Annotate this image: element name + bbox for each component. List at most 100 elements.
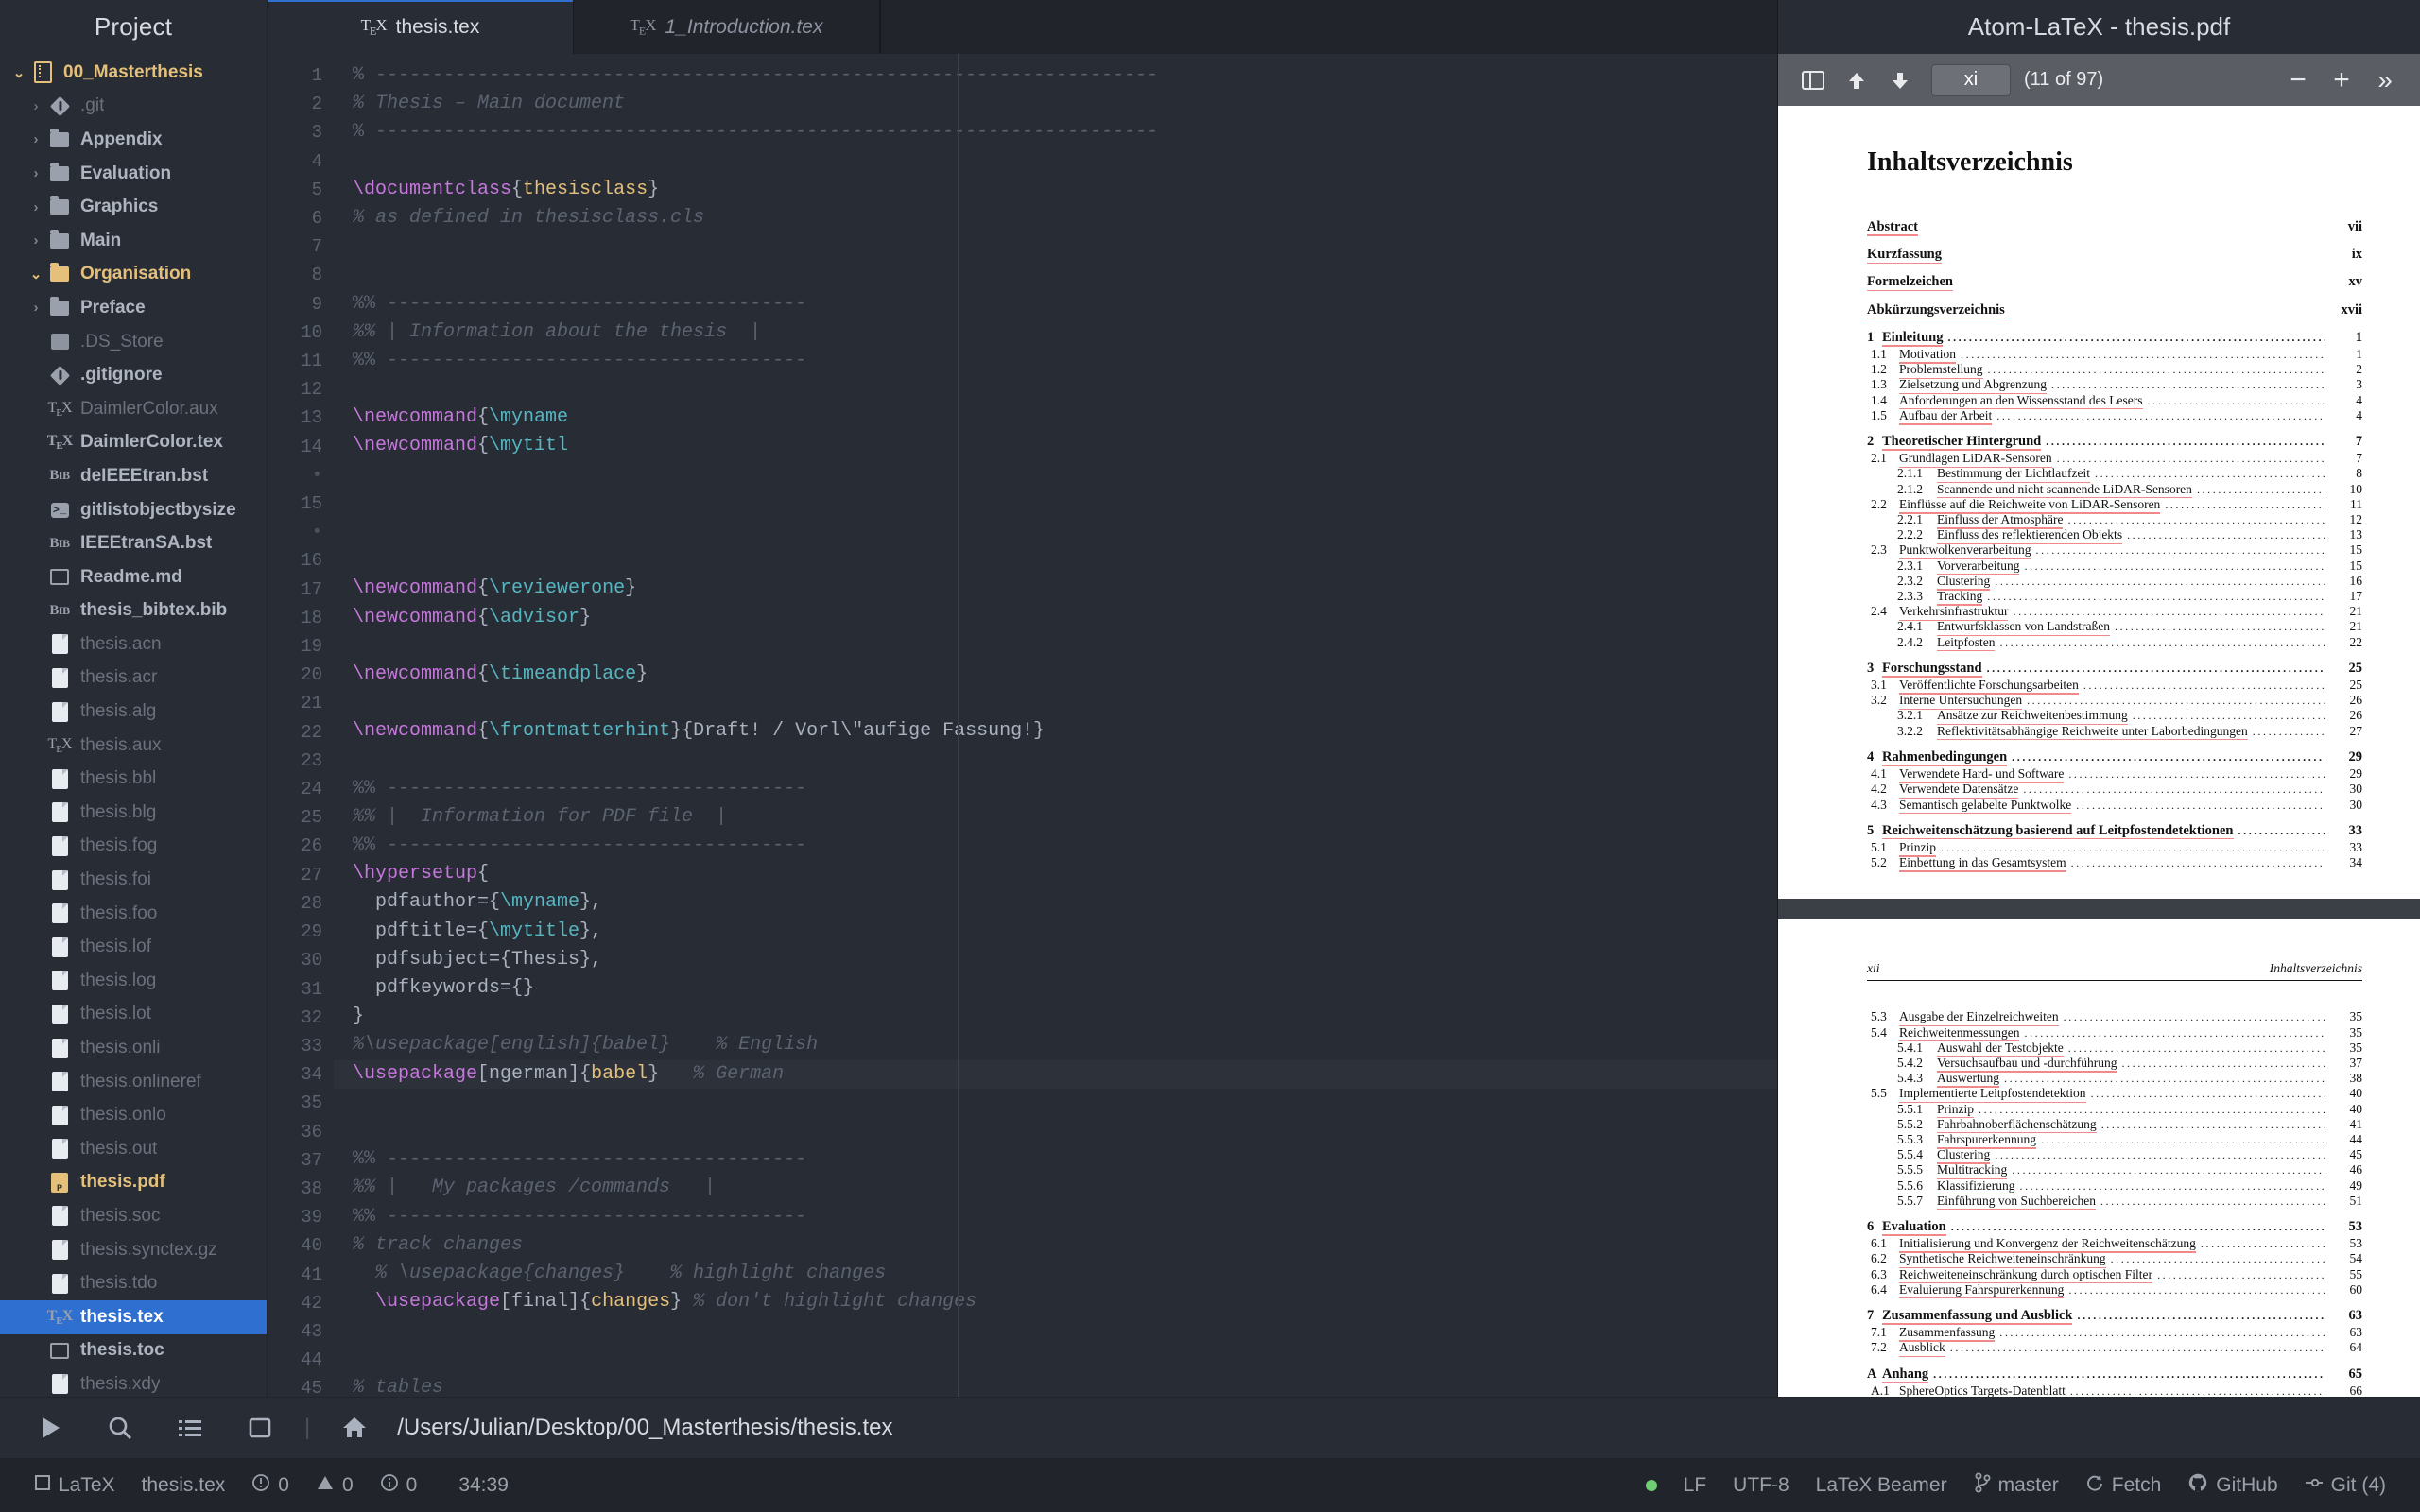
code-line[interactable]: \hypersetup{	[334, 860, 1777, 888]
code-line[interactable]: \newcommand{\myname	[334, 404, 1777, 432]
tree-item-thesis-foi[interactable]: thesis.foi	[0, 863, 267, 897]
toc-entry[interactable]: 4 Rahmenbedingungen......................…	[1867, 749, 2362, 766]
text-editor[interactable]: 1 2 3 4 5 6 7 8 9 10 11 12 13 14 • 15 • 16 17 18 19 20 21 22 23 2…	[268, 54, 1777, 1397]
toc-entry[interactable]: 1.4 Anforderungen an den Wissensstand des…	[1867, 393, 2362, 410]
toc-entry[interactable]: 3.2.1 Ansätze zur Reichweitenbestimmung..…	[1867, 708, 2362, 726]
tree-item--ds-store[interactable]: .DS_Store	[0, 325, 267, 359]
tree-item-thesis-alg[interactable]: thesis.alg	[0, 695, 267, 729]
tree-item-organisation[interactable]: ⌄ Organisation	[0, 258, 267, 292]
code-line[interactable]	[334, 261, 1777, 289]
magnifier-icon[interactable]	[85, 1406, 155, 1450]
tree-item-thesis-foo[interactable]: thesis.foo	[0, 897, 267, 931]
tree-item--git[interactable]: › .git	[0, 90, 267, 124]
disclosure-arrow-icon[interactable]: ›	[26, 232, 45, 249]
github[interactable]: GitHub	[2174, 1472, 2290, 1499]
toc-entry[interactable]: 2.1 Grundlagen LiDAR-Sensoren............…	[1867, 451, 2362, 469]
code-line[interactable]	[334, 518, 1777, 546]
code-line[interactable]: % Thesis – Main document	[334, 90, 1777, 118]
toc-entry[interactable]: 2 Theoretischer Hintergrund..............…	[1867, 434, 2362, 451]
toc-entry[interactable]: 5.5.3 Fahrspurerkennung..................…	[1867, 1132, 2362, 1149]
toc-entry[interactable]: 2.1.2 Scannende und nicht scannende LiDAR…	[1867, 482, 2362, 499]
tree-item--gitignore[interactable]: .gitignore	[0, 358, 267, 392]
tree-item-thesis-fog[interactable]: thesis.fog	[0, 830, 267, 864]
toc-frontmatter-entry[interactable]: Abstract vii	[1867, 219, 2362, 236]
toc-entry[interactable]: 5.5.7 Einführung von Suchbereichen.......…	[1867, 1194, 2362, 1211]
tree-item-preface[interactable]: › Preface	[0, 291, 267, 325]
code-line[interactable]	[334, 375, 1777, 404]
toc-frontmatter-entry[interactable]: Abkürzungsverzeichnis xvii	[1867, 302, 2362, 319]
code-line[interactable]	[334, 147, 1777, 176]
toc-entry[interactable]: 1 Einleitung.............................…	[1867, 330, 2362, 347]
code-line[interactable]: pdfsubject={Thesis},	[334, 946, 1777, 974]
toc-entry[interactable]: 3.2 Interne Untersuchungen...............…	[1867, 693, 2362, 711]
tree-item-thesis-soc[interactable]: thesis.soc	[0, 1199, 267, 1233]
tree-item-daimlercolor-tex[interactable]: TEX DaimlerColor.tex	[0, 426, 267, 460]
home-icon[interactable]	[320, 1406, 389, 1450]
code-line[interactable]: %% | Information about the thesis |	[334, 318, 1777, 347]
tree-item-00-masterthesis[interactable]: ⌄ 00_Masterthesis	[0, 56, 267, 90]
code-line[interactable]	[334, 689, 1777, 717]
tab-bar[interactable]: TEX thesis.tex TEX 1_Introduction.tex	[268, 0, 1777, 54]
code-line[interactable]: % track changes	[334, 1231, 1777, 1260]
play-icon[interactable]	[15, 1406, 85, 1450]
tree-item-thesis-tdo[interactable]: thesis.tdo	[0, 1266, 267, 1300]
line-ending[interactable]: LF	[1670, 1474, 1720, 1497]
code-line[interactable]: pdfauthor={\myname},	[334, 888, 1777, 917]
toc-frontmatter-entry[interactable]: Formelzeichen xv	[1867, 274, 2362, 292]
sync-status[interactable]	[1633, 1479, 1670, 1491]
code-line[interactable]: %\usepackage[english]{babel} % English	[334, 1031, 1777, 1059]
toc-entry[interactable]: 5.5.6 Klassifizierung....................…	[1867, 1178, 2362, 1195]
code-line[interactable]: \newcommand{\frontmatterhint}{Draft! / V…	[334, 717, 1777, 746]
tree-item-gitlistobjectbysize[interactable]: >_ gitlistobjectbysize	[0, 493, 267, 527]
code-line[interactable]: \documentclass{thesisclass}	[334, 176, 1777, 204]
zoom-in-button[interactable]: +	[2320, 63, 2363, 97]
file-tree[interactable]: ⌄ 00_Masterthesis › .git › Appendix › Evaluatio…	[0, 54, 267, 1397]
toc-entry[interactable]: 2.4.2 Leitpfosten........................…	[1867, 635, 2362, 652]
code-line[interactable]	[334, 632, 1777, 661]
disclosure-arrow-icon[interactable]: ›	[26, 98, 45, 114]
encoding[interactable]: UTF-8	[1720, 1474, 1803, 1497]
toc-entry[interactable]: 6 Evaluation.............................…	[1867, 1219, 2362, 1236]
toc-entry[interactable]: 2.4 Verkehrsinfrastruktur................…	[1867, 604, 2362, 622]
toc-entry[interactable]: 3 Forschungsstand........................…	[1867, 661, 2362, 678]
toc-entry[interactable]: 5.3 Ausgabe der Einzelreichweiten........…	[1867, 1009, 2362, 1027]
disclosure-arrow-icon[interactable]: ›	[26, 199, 45, 215]
code-line[interactable]: %% -------------------------------------	[334, 1145, 1777, 1174]
toc-entry[interactable]: 5.2 Einbettung in das Gesamtsystem.......…	[1867, 855, 2362, 873]
tree-item-readme-md[interactable]: Readme.md	[0, 560, 267, 594]
tree-item-thesis-aux[interactable]: TEX thesis.aux	[0, 729, 267, 763]
code-line[interactable]	[334, 490, 1777, 518]
git-changes[interactable]: Git (4)	[2291, 1473, 2399, 1498]
arrow-up-icon[interactable]	[1835, 63, 1878, 97]
code-line[interactable]	[334, 1345, 1777, 1373]
toc-entry[interactable]: 4.1 Verwendete Hard- und Software........…	[1867, 766, 2362, 784]
code-line[interactable]: \newcommand{\reviewerone}	[334, 575, 1777, 603]
toc-entry[interactable]: 2.2.1 Einfluss der Atmosphäre............…	[1867, 512, 2362, 529]
code-line[interactable]: \newcommand{\advisor}	[334, 604, 1777, 632]
code-line[interactable]	[334, 1117, 1777, 1145]
code-line[interactable]	[334, 1316, 1777, 1345]
code-line[interactable]: \newcommand{\timeandplace}	[334, 661, 1777, 689]
disclosure-arrow-icon[interactable]: ›	[26, 300, 45, 316]
toc-frontmatter-entry[interactable]: Kurzfassung ix	[1867, 247, 2362, 265]
code-line[interactable]: %% -------------------------------------	[334, 290, 1777, 318]
toc-entry[interactable]: 5.5.2 Fahrbahnoberflächenschätzung.......…	[1867, 1117, 2362, 1134]
tree-item-ieeetransa-bst[interactable]: BIB IEEEtranSA.bst	[0, 526, 267, 560]
tree-item-thesis-pdf[interactable]: Pthesis.pdf	[0, 1166, 267, 1200]
tree-item-thesis-onlo[interactable]: thesis.onlo	[0, 1098, 267, 1132]
tree-item-thesis-onli[interactable]: thesis.onli	[0, 1031, 267, 1065]
code-line[interactable]: % tables	[334, 1374, 1777, 1397]
code-line[interactable]: % as defined in thesisclass.cls	[334, 204, 1777, 232]
active-file[interactable]: thesis.tex	[129, 1474, 239, 1497]
code-line[interactable]: \newcommand{\mytitl	[334, 432, 1777, 460]
toc-entry[interactable]: 2.3.3 Tracking...........................…	[1867, 589, 2362, 606]
toc-entry[interactable]: 6.2 Synthetische Reichweiteneinschränkung…	[1867, 1251, 2362, 1269]
code-line[interactable]: pdftitle={\mytitle},	[334, 918, 1777, 946]
toc-entry[interactable]: 2.3 Punktwolkenverarbeitung..............…	[1867, 542, 2362, 560]
tree-item-main[interactable]: › Main	[0, 224, 267, 258]
tree-item-thesis-toc[interactable]: thesis.toc	[0, 1334, 267, 1368]
toc-entry[interactable]: 1.3 Zielsetzung und Abgrenzung...........…	[1867, 377, 2362, 395]
info-count[interactable]: 0	[367, 1473, 431, 1498]
code-line[interactable]	[334, 1089, 1777, 1117]
warning-count[interactable]: 0	[302, 1473, 367, 1498]
